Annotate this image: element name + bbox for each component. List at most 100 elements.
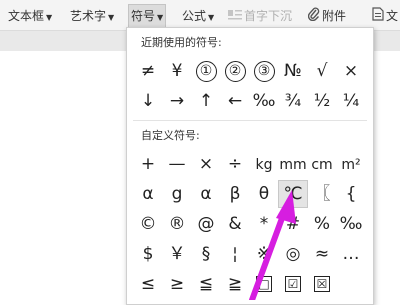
- symbol-cell[interactable]: ≈: [308, 241, 336, 267]
- symbol-cell[interactable]: α: [192, 181, 220, 207]
- symbol-cell[interactable]: *: [250, 211, 278, 237]
- attachment-button[interactable]: 附件: [307, 6, 347, 26]
- symbol-cell[interactable]: [337, 271, 365, 297]
- symbol-cell[interactable]: ‰: [337, 211, 365, 237]
- symbol-cell[interactable]: m²: [337, 151, 365, 177]
- symbol-glyph: %: [313, 214, 331, 234]
- symbol-cell[interactable]: @: [192, 211, 220, 237]
- symbol-glyph: ②: [224, 60, 246, 82]
- symbol-cell[interactable]: ◎: [279, 241, 307, 267]
- symbol-cell[interactable]: g: [163, 181, 191, 207]
- symbol-cell[interactable]: ¼: [337, 88, 365, 114]
- symbol-cell[interactable]: &: [221, 211, 249, 237]
- symbol-cell[interactable]: ≧: [221, 271, 249, 297]
- symbol-cell[interactable]: ¥: [163, 58, 191, 84]
- symbol-cell[interactable]: →: [163, 88, 191, 114]
- symbol-cell[interactable]: √: [308, 58, 336, 84]
- attachment-label: 附件: [322, 9, 347, 23]
- symbol-button[interactable]: 符号 ▼: [128, 4, 167, 28]
- symbol-cell[interactable]: #: [279, 211, 307, 237]
- symbol-glyph: ◎: [285, 244, 301, 264]
- symbol-glyph: ‰: [339, 214, 363, 234]
- symbol-glyph: ↓: [140, 91, 156, 111]
- symbol-glyph: §: [201, 244, 211, 264]
- drop-cap-button[interactable]: 首字下沉: [228, 6, 292, 26]
- symbol-cell[interactable]: ¦: [221, 241, 249, 267]
- symbol-cell[interactable]: β: [221, 181, 249, 207]
- symbol-cell[interactable]: ￥: [163, 241, 191, 267]
- symbol-cell[interactable]: ℃: [278, 180, 308, 208]
- symbol-cell[interactable]: ※: [250, 241, 278, 267]
- symbol-cell[interactable]: ≠: [134, 58, 162, 84]
- symbol-cell[interactable]: %: [308, 211, 336, 237]
- symbol-cell[interactable]: ‰: [250, 88, 278, 114]
- symbol-cell[interactable]: ☑: [279, 271, 307, 297]
- symbol-cell[interactable]: θ: [250, 181, 278, 207]
- formula-label: 公式: [182, 9, 207, 23]
- symbol-cell[interactable]: ÷: [221, 151, 249, 177]
- symbol-cell[interactable]: ®: [163, 211, 191, 237]
- custom-symbols-title: 自定义符号:: [141, 129, 200, 142]
- symbol-glyph: №: [284, 61, 302, 81]
- symbol-glyph: ℃: [283, 184, 303, 204]
- symbol-glyph: ×: [198, 154, 214, 174]
- symbol-cell[interactable]: ×: [337, 58, 365, 84]
- symbol-glyph: cm: [311, 157, 333, 173]
- symbol-glyph: @: [197, 214, 215, 234]
- chevron-down-icon: ▼: [46, 13, 53, 22]
- symbol-cell[interactable]: □: [250, 271, 278, 297]
- symbol-cell[interactable]: 〖: [308, 181, 336, 207]
- symbol-glyph: &: [228, 214, 242, 234]
- symbol-glyph: ¥: [171, 61, 183, 81]
- symbol-glyph: ¦: [232, 244, 238, 264]
- symbol-glyph: √: [316, 61, 328, 81]
- symbol-cell[interactable]: —: [163, 151, 191, 177]
- symbol-cell[interactable]: …: [337, 241, 365, 267]
- art-text-label: 艺术字: [70, 9, 107, 23]
- symbol-cell[interactable]: ①: [192, 58, 220, 84]
- symbol-cell[interactable]: ×: [192, 151, 220, 177]
- symbol-label: 符号: [131, 9, 156, 23]
- symbol-cell[interactable]: cm: [308, 151, 336, 177]
- symbol-cell[interactable]: +: [134, 151, 162, 177]
- symbol-cell[interactable]: ↓: [134, 88, 162, 114]
- symbol-cell[interactable]: ©: [134, 211, 162, 237]
- symbol-glyph: ÷: [227, 154, 243, 174]
- symbol-cell[interactable]: ←: [221, 88, 249, 114]
- symbol-cell[interactable]: $: [134, 241, 162, 267]
- symbol-glyph: ￥: [168, 244, 186, 264]
- symbol-glyph: —: [168, 154, 186, 174]
- chevron-down-icon: ▼: [108, 13, 115, 22]
- art-text-button[interactable]: 艺术字 ▼: [70, 6, 114, 26]
- symbol-cell[interactable]: ↑: [192, 88, 220, 114]
- symbol-cell[interactable]: ③: [250, 58, 278, 84]
- symbol-glyph: ≠: [140, 61, 156, 81]
- symbol-cell[interactable]: kg: [250, 151, 278, 177]
- symbol-cell[interactable]: ½: [308, 88, 336, 114]
- symbol-glyph: ↑: [198, 91, 214, 111]
- more-button[interactable]: 文: [372, 6, 398, 26]
- symbol-cell[interactable]: ☒: [308, 271, 336, 297]
- symbol-cell[interactable]: №: [279, 58, 307, 84]
- symbol-glyph: ←: [227, 91, 243, 111]
- symbol-cell[interactable]: α: [134, 181, 162, 207]
- symbol-glyph: +: [140, 154, 156, 174]
- symbol-glyph: $: [142, 244, 154, 264]
- symbol-cell[interactable]: ≤: [134, 271, 162, 297]
- recent-symbols-title: 近期使用的符号:: [141, 36, 222, 49]
- symbol-glyph: ≥: [169, 274, 185, 294]
- drop-cap-label: 首字下沉: [244, 9, 293, 23]
- symbol-cell[interactable]: ②: [221, 58, 249, 84]
- symbol-glyph: ≦: [198, 274, 214, 294]
- textbox-button[interactable]: 文本框 ▼: [8, 6, 52, 26]
- symbol-cell[interactable]: §: [192, 241, 220, 267]
- formula-button[interactable]: 公式 ▼: [182, 6, 214, 26]
- symbol-cell[interactable]: ≦: [192, 271, 220, 297]
- symbol-cell[interactable]: {: [337, 181, 365, 207]
- symbol-glyph: α: [142, 184, 154, 204]
- chevron-down-icon: ▼: [208, 13, 215, 22]
- symbol-cell[interactable]: ≥: [163, 271, 191, 297]
- symbol-glyph: m²: [341, 157, 361, 173]
- symbol-cell[interactable]: mm: [279, 151, 307, 177]
- symbol-cell[interactable]: ¾: [279, 88, 307, 114]
